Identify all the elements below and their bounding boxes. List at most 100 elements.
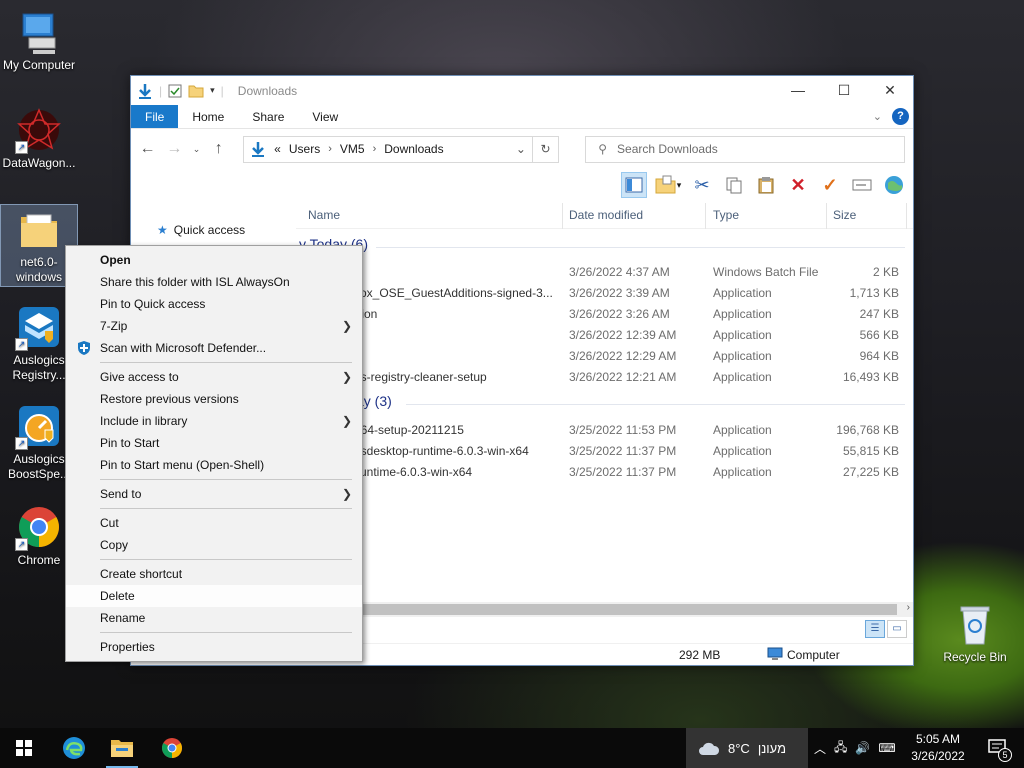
address-dropdown-icon[interactable]: ⌄ <box>516 142 526 156</box>
file-size: 247 KB <box>859 307 899 321</box>
chrome-icon: ↗ <box>15 503 63 551</box>
start-button[interactable] <box>0 728 48 768</box>
menu-cut[interactable]: Cut <box>66 512 362 534</box>
file-type: Application <box>713 328 772 342</box>
desktop-icon-my-computer[interactable]: My Computer <box>0 8 78 73</box>
help-icon[interactable]: ? <box>892 108 909 125</box>
file-row[interactable]: ht3/26/2022 12:39 AMApplication566 KB <box>296 325 913 346</box>
nav-quick-access[interactable]: ★ Quick access <box>157 223 245 237</box>
desktop-icon-recycle-bin[interactable]: Recycle Bin <box>936 600 1014 665</box>
menu-create-shortcut[interactable]: Create shortcut <box>66 563 362 585</box>
file-row[interactable]: ics-registry-cleaner-setup 3/26/2022 12:2… <box>296 367 913 388</box>
tab-file[interactable]: File <box>131 105 179 128</box>
search-input[interactable]: ⚲ Search Downloads <box>585 135 905 163</box>
file-row[interactable]: wsdesktop-runtime-6.0.3-win-x64 3/25/2022… <box>296 441 913 462</box>
column-type[interactable]: Type <box>713 208 739 222</box>
back-button[interactable]: ← <box>139 140 156 158</box>
menu-open[interactable]: Open <box>66 249 362 271</box>
menu-include-library-label: Include in library <box>100 414 188 428</box>
navigation-pane-icon[interactable] <box>621 172 647 198</box>
menu-restore-versions[interactable]: Restore previous versions <box>66 388 362 410</box>
menu-scan-defender[interactable]: Scan with Microsoft Defender... <box>66 337 362 359</box>
refresh-button[interactable]: ↻ <box>532 135 560 163</box>
title-bar[interactable]: | ▾ | Downloads — ☐ ✕ <box>131 76 913 105</box>
menu-delete[interactable]: Delete <box>66 585 362 607</box>
menu-7zip[interactable]: 7-Zip ❯ <box>66 315 362 337</box>
notification-center-button[interactable]: 5 <box>978 728 1018 768</box>
properties-check-icon[interactable] <box>168 84 182 98</box>
menu-include-library[interactable]: Include in library ❯ <box>66 410 362 432</box>
edge-icon <box>63 737 85 759</box>
menu-share-isl[interactable]: Share this folder with ISL AlwaysOn <box>66 271 362 293</box>
expand-ribbon-icon[interactable]: ⌄ <box>873 110 882 123</box>
rename-icon[interactable] <box>849 172 875 198</box>
windows-logo-icon <box>16 740 32 756</box>
menu-rename[interactable]: Rename <box>66 607 362 629</box>
file-date: 3/25/2022 11:37 PM <box>569 465 677 479</box>
quick-access-dropdown-icon[interactable]: ▾ <box>210 85 215 96</box>
address-overflow[interactable]: « <box>274 142 281 156</box>
taskbar-clock[interactable]: 5:05 AM 3/26/2022 <box>906 731 970 765</box>
column-date-modified[interactable]: Date modified <box>569 208 643 222</box>
tab-home[interactable]: Home <box>178 105 238 128</box>
menu-pin-start[interactable]: Pin to Start <box>66 432 362 454</box>
forward-button[interactable]: → <box>166 140 183 158</box>
breadcrumb-users[interactable]: Users <box>289 142 320 156</box>
volume-icon[interactable]: 🔊 <box>855 741 870 755</box>
desktop-icon-datawagon[interactable]: ↗ DataWagon... <box>0 106 78 171</box>
file-row[interactable]: k3/26/2022 12:29 AMApplication964 KB <box>296 346 913 367</box>
column-size[interactable]: Size <box>833 208 856 222</box>
menu-pin-quick-access[interactable]: Pin to Quick access <box>66 293 362 315</box>
column-name[interactable]: Name <box>308 208 340 222</box>
minimize-button[interactable]: — <box>775 76 821 105</box>
menu-give-access[interactable]: Give access to ❯ <box>66 366 362 388</box>
chevron-up-icon[interactable]: ︿ <box>814 740 826 757</box>
file-row[interactable]: Box_OSE_GuestAdditions-signed-3... 3/26/2… <box>296 283 913 304</box>
file-date: 3/26/2022 4:37 AM <box>569 265 670 279</box>
checkmark-icon[interactable]: ✓ <box>817 172 843 198</box>
breadcrumb-downloads[interactable]: Downloads <box>384 142 443 156</box>
up-button[interactable]: ↑ <box>210 140 227 158</box>
maximize-button[interactable]: ☐ <box>821 76 867 105</box>
scroll-right-icon[interactable]: › <box>907 602 910 613</box>
file-row[interactable]: -runtime-6.0.3-win-x64 3/25/2022 11:37 PM… <box>296 462 913 483</box>
file-type: Application <box>713 349 772 363</box>
file-type: Application <box>713 465 772 479</box>
weather-temperature: 8°C <box>728 740 750 756</box>
copy-icon[interactable] <box>721 172 747 198</box>
file-size: 2 KB <box>872 265 899 279</box>
large-icons-view-icon[interactable]: ▭ <box>887 620 907 638</box>
globe-icon[interactable] <box>881 172 907 198</box>
file-row[interactable]: ction 3/26/2022 3:26 AM Application 247 KB <box>296 304 913 325</box>
properties-icon[interactable]: ▾ <box>653 172 683 198</box>
address-bar[interactable]: « Users › VM5 › Downloads ⌄ <box>243 135 533 163</box>
shortcut-arrow-icon: ↗ <box>15 338 28 351</box>
recycle-bin-icon <box>951 600 999 648</box>
menu-copy[interactable]: Copy <box>66 534 362 556</box>
recent-locations-icon[interactable]: ⌄ <box>193 144 201 155</box>
chevron-right-icon[interactable]: › <box>328 143 332 155</box>
taskbar-file-explorer[interactable] <box>98 728 146 768</box>
chevron-right-icon[interactable]: › <box>373 143 377 155</box>
file-row[interactable]: w64-setup-20211215 3/25/2022 11:53 PM Appl… <box>296 420 913 441</box>
tab-view[interactable]: View <box>298 105 352 128</box>
menu-properties[interactable]: Properties <box>66 636 362 658</box>
keyboard-language-icon[interactable]: ⌨ <box>878 741 895 755</box>
file-size: 196,768 KB <box>836 423 899 437</box>
tab-share[interactable]: Share <box>238 105 298 128</box>
file-row[interactable]: 3/26/2022 4:37 AM Windows Batch File 2 KB <box>296 262 913 283</box>
file-name: Box_OSE_GuestAdditions-signed-3... <box>352 286 553 300</box>
cut-icon[interactable]: ✂ <box>689 172 715 198</box>
close-button[interactable]: ✕ <box>867 76 913 105</box>
breadcrumb-vm5[interactable]: VM5 <box>340 142 365 156</box>
menu-pin-start-open-shell[interactable]: Pin to Start menu (Open-Shell) <box>66 454 362 476</box>
menu-send-to[interactable]: Send to ❯ <box>66 483 362 505</box>
paste-icon[interactable] <box>753 172 779 198</box>
delete-icon[interactable]: ✕ <box>785 172 811 198</box>
taskbar-chrome[interactable] <box>148 728 196 768</box>
details-view-icon[interactable]: ☰ <box>865 620 885 638</box>
weather-widget[interactable]: 8°C מעונן <box>686 728 808 768</box>
new-folder-icon[interactable] <box>188 84 204 98</box>
network-icon[interactable]: 🖧 <box>834 738 847 759</box>
taskbar-edge[interactable] <box>50 728 98 768</box>
